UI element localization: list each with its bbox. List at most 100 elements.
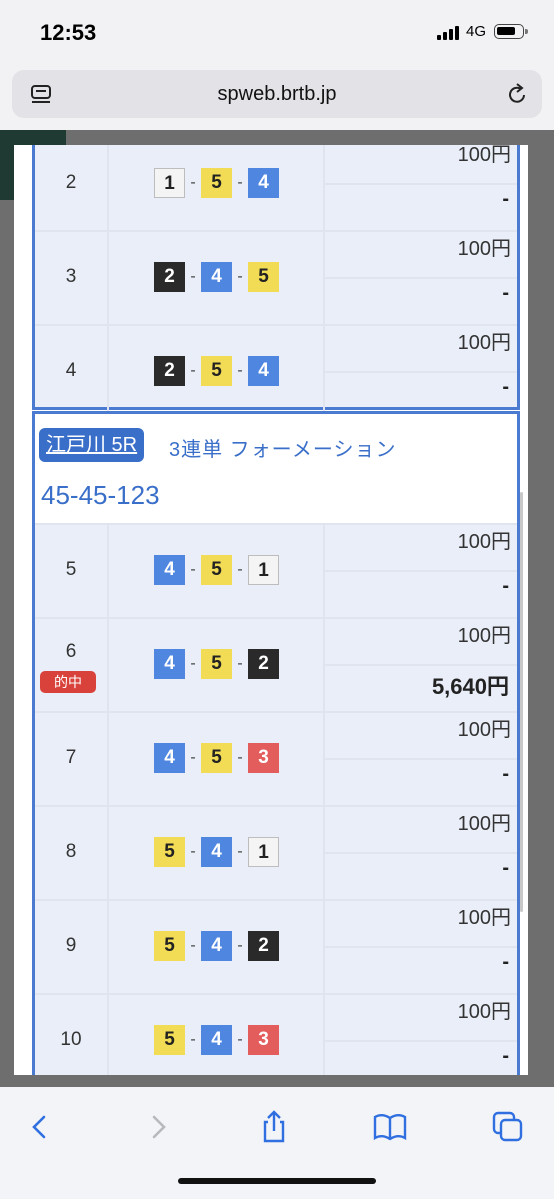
stake-amount: 100円 [457, 813, 511, 835]
boat-number: 4 [201, 1025, 232, 1055]
boat-number: 4 [154, 649, 185, 679]
stake-amount: 100円 [457, 719, 511, 741]
stake-amount: 100円 [457, 1001, 511, 1023]
bet-sheet: 2 1-5-4 100円 -3 2-4-5 100円 -4 2-5-4 100円 - 江戸川 5R… [14, 145, 528, 1075]
network-label: 4G [466, 23, 487, 40]
boat-combination: 4-5-3 [109, 711, 325, 805]
boat-number: 5 [201, 649, 232, 679]
row-number: 6 [35, 617, 109, 711]
row-number: 4 [35, 324, 109, 418]
combo-separator: - [190, 561, 196, 578]
payout-cell: 100円 - [325, 711, 517, 805]
combo-separator: - [237, 937, 243, 954]
return-amount: - [502, 1045, 509, 1067]
boat-combination: 2-4-5 [109, 230, 325, 324]
boat-number: 5 [154, 931, 185, 961]
boat-combination: 5-4-3 [109, 993, 325, 1075]
boat-combination: 4-5-2 [109, 617, 325, 711]
return-amount: - [502, 376, 509, 398]
combo-separator: - [190, 655, 196, 672]
signal-icon [437, 26, 459, 40]
combo-separator: - [190, 937, 196, 954]
payout-cell: 100円 - [325, 899, 517, 993]
return-amount: - [502, 857, 509, 879]
boat-number: 2 [248, 931, 279, 961]
payout-cell: 100円 5,640円 [325, 617, 517, 711]
combo-separator: - [190, 843, 196, 860]
payout-cell: 100円 - [325, 145, 517, 230]
row-number: 5 [35, 523, 109, 617]
divider [325, 1040, 517, 1042]
bet-row: 6 的中 4-5-2 100円 5,640円 [35, 617, 517, 713]
return-amount: - [502, 763, 509, 785]
combo-separator: - [237, 561, 243, 578]
combo-separator: - [237, 362, 243, 379]
row-number: 9 [35, 899, 109, 993]
chevron-right-icon[interactable] [140, 1109, 176, 1145]
combo-separator: - [190, 749, 196, 766]
divider [325, 183, 517, 185]
url-text[interactable]: spweb.brtb.jp [12, 83, 542, 106]
boat-number: 4 [201, 262, 232, 292]
bet-row: 4 2-5-4 100円 - [35, 324, 517, 420]
bet-row: 5 4-5-1 100円 - [35, 523, 517, 619]
row-number: 8 [35, 805, 109, 899]
boat-combination: 2-5-4 [109, 324, 325, 418]
venue-race-link[interactable]: 江戸川 5R [39, 428, 145, 462]
combo-separator: - [237, 843, 243, 860]
clock: 12:53 [40, 20, 97, 45]
stake-amount: 100円 [457, 907, 511, 929]
book-icon[interactable] [372, 1109, 408, 1145]
status-bar: 12:53 4G [0, 0, 554, 64]
scrollbar[interactable] [520, 492, 523, 912]
stake-amount: 100円 [457, 145, 511, 166]
bet-block-edogawa-5r: 江戸川 5R 3連単 フォーメーション 45-45-123 5 4-5-1 100円… [32, 411, 520, 1075]
boat-number: 3 [248, 743, 279, 773]
payout-cell: 100円 - [325, 324, 517, 418]
payout-cell: 100円 - [325, 805, 517, 899]
return-amount: 5,640円 [431, 674, 509, 699]
return-amount: - [502, 188, 509, 210]
boat-number: 5 [201, 356, 232, 386]
combo-separator: - [237, 655, 243, 672]
share-icon[interactable] [256, 1109, 292, 1145]
boat-number: 3 [248, 1025, 279, 1055]
payout-cell: 100円 - [325, 230, 517, 324]
return-amount: - [502, 951, 509, 973]
boat-number: 2 [154, 356, 185, 386]
combo-separator: - [190, 1031, 196, 1048]
combo-separator: - [237, 1031, 243, 1048]
previous-bet-block: 2 1-5-4 100円 -3 2-4-5 100円 -4 2-5-4 100円 - [32, 145, 520, 420]
boat-number: 5 [201, 743, 232, 773]
stake-amount: 100円 [457, 238, 511, 260]
combo-separator: - [237, 268, 243, 285]
stake-amount: 100円 [457, 531, 511, 553]
boat-number: 2 [154, 262, 185, 292]
tabs-icon[interactable] [490, 1109, 526, 1145]
divider [325, 664, 517, 666]
combo-separator: - [190, 268, 196, 285]
boat-number: 1 [248, 555, 279, 585]
combo-separator: - [190, 174, 196, 191]
boat-number: 4 [201, 931, 232, 961]
divider [325, 852, 517, 854]
boat-number: 5 [201, 555, 232, 585]
bet-row: 7 4-5-3 100円 - [35, 711, 517, 807]
divider [325, 570, 517, 572]
combo-separator: - [190, 362, 196, 379]
row-number: 3 [35, 230, 109, 324]
boat-number: 4 [248, 356, 279, 386]
boat-combination: 4-5-1 [109, 523, 325, 617]
boat-number: 4 [248, 168, 279, 198]
reload-icon[interactable] [506, 82, 528, 106]
bet-row: 8 5-4-1 100円 - [35, 805, 517, 901]
chevron-left-icon[interactable] [22, 1109, 58, 1145]
home-indicator [178, 1178, 376, 1184]
boat-number: 2 [248, 649, 279, 679]
payout-cell: 100円 - [325, 523, 517, 617]
combo-separator: - [237, 749, 243, 766]
boat-combination: 5-4-1 [109, 805, 325, 899]
address-bar[interactable]: spweb.brtb.jp [12, 70, 542, 118]
row-number: 2 [35, 145, 109, 230]
boat-number: 4 [154, 555, 185, 585]
